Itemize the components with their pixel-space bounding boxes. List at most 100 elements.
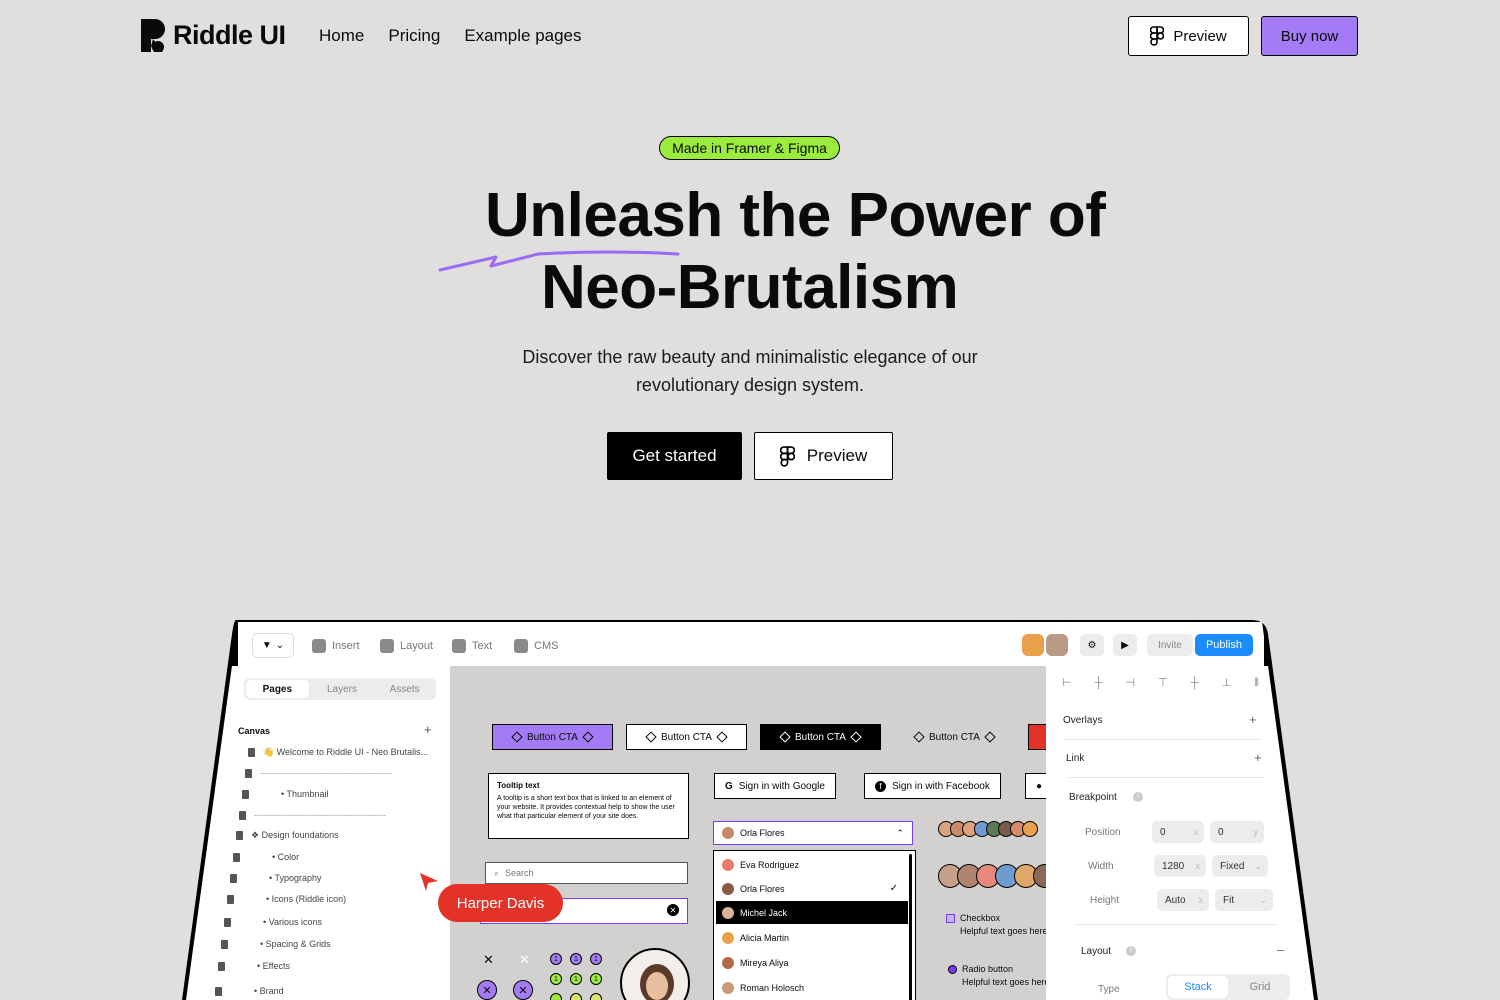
link-label: Link <box>1066 753 1085 764</box>
height-mode-select[interactable]: Fit ⌄ <box>1215 889 1273 911</box>
layout-type-grid[interactable]: Grid <box>1230 974 1290 1000</box>
collaborator-avatar[interactable] <box>1046 634 1068 656</box>
layout-label: Layout <box>1081 946 1112 957</box>
page-item[interactable]: • Color <box>233 852 299 862</box>
avatar <box>722 882 734 895</box>
nav-link-example-pages[interactable]: Example pages <box>464 26 581 46</box>
overlays-label: Overlays <box>1063 715 1103 726</box>
play-icon[interactable]: ▶ <box>1113 634 1137 656</box>
step-dot[interactable]: 1 <box>590 953 602 965</box>
info-icon[interactable]: i <box>1133 792 1143 802</box>
page-item[interactable]: • Effects <box>218 961 290 971</box>
button-cta-purple[interactable]: Button CTA <box>492 724 613 750</box>
page-item[interactable]: • Icons (Riddle icon) <box>227 894 346 904</box>
step-dot[interactable]: 1 <box>550 953 562 965</box>
framer-icon: ▼ <box>261 640 272 651</box>
add-link-icon[interactable]: + <box>1254 750 1262 765</box>
width-mode-select[interactable]: Fixed ⌄ <box>1212 855 1268 877</box>
step-dot[interactable] <box>590 993 602 1000</box>
invite-button[interactable]: Invite <box>1147 634 1193 656</box>
framer-menu-button[interactable]: ▼ ⌄ <box>252 633 294 658</box>
publish-button[interactable]: Publish <box>1195 634 1253 656</box>
page-icon <box>233 852 240 862</box>
hero-preview-button[interactable]: Preview <box>754 432 893 480</box>
avatar <box>722 906 734 919</box>
radio-sample[interactable]: Radio button Helpful text goes here. <box>948 963 1052 989</box>
text-button[interactable]: Text <box>452 639 492 653</box>
page-item[interactable]: • Thumbnail <box>242 789 329 799</box>
step-dot[interactable]: 1 <box>590 973 602 985</box>
sign-in-google-button[interactable]: G Sign in with Google <box>714 773 836 799</box>
avatar-group-small <box>938 821 1038 837</box>
layout-type-stack[interactable]: Stack <box>1168 976 1228 998</box>
button-cta-ghost[interactable]: Button CTA <box>894 724 1015 750</box>
layout-type-toggle: Stack Grid <box>1166 974 1290 1000</box>
top-nav: Riddle UI Home Pricing Example pages Pre… <box>0 0 1500 72</box>
page-item[interactable]: • Brand <box>215 986 284 996</box>
nav-link-home[interactable]: Home <box>319 26 364 46</box>
cms-button[interactable]: CMS <box>514 639 558 653</box>
tab-assets[interactable]: Assets <box>373 678 436 700</box>
close-round-button[interactable]: ✕ <box>513 980 533 1000</box>
nav-preview-button[interactable]: Preview <box>1128 16 1249 56</box>
logo[interactable]: Riddle UI <box>141 19 286 52</box>
text-label: Text <box>472 640 493 652</box>
step-dot[interactable]: 1 <box>570 953 582 965</box>
collaborator-avatar[interactable] <box>1022 634 1044 656</box>
add-overlay-icon[interactable]: + <box>1249 712 1257 727</box>
insert-icon <box>312 639 326 653</box>
dropdown-item[interactable]: Roman Holosch <box>716 976 908 999</box>
dropdown-item[interactable]: Michel Jack <box>716 901 908 924</box>
page-icon <box>236 831 243 840</box>
add-page-icon[interactable]: + <box>424 722 432 737</box>
step-dot[interactable] <box>570 993 582 1000</box>
page-item[interactable]: ----------------------------------------… <box>245 768 392 778</box>
page-item[interactable]: ----------------------------------------… <box>239 810 386 820</box>
step-dot[interactable]: 1 <box>570 973 582 985</box>
step-dot[interactable]: 1 <box>550 973 562 985</box>
dropdown-scrollbar[interactable] <box>909 854 912 1000</box>
close-icon[interactable]: ✕ <box>483 952 494 968</box>
position-y-input[interactable]: 0y <box>1210 821 1264 843</box>
collapse-icon[interactable]: – <box>1277 942 1284 957</box>
sign-in-facebook-button[interactable]: f Sign in with Facebook <box>864 773 1001 799</box>
dropdown-item[interactable]: Alicia Martin <box>716 926 908 949</box>
get-started-button[interactable]: Get started <box>607 432 742 480</box>
clear-icon[interactable]: ✕ <box>667 904 679 916</box>
search-input[interactable]: ⌕ Search <box>485 862 688 884</box>
breakpoint-label: Breakpoint <box>1069 792 1117 803</box>
page-item[interactable]: • Typography <box>230 873 322 883</box>
position-x-input[interactable]: 0x <box>1152 821 1204 843</box>
nav-link-pricing[interactable]: Pricing <box>388 26 440 46</box>
user-select[interactable]: Orla Flores ⌃ <box>713 821 913 845</box>
page-item[interactable]: • Various icons <box>224 917 322 927</box>
close-round-button[interactable]: ✕ <box>477 980 497 1000</box>
page-icon <box>218 961 225 971</box>
tooltip-sample: Tooltip text A tooltip is a short text bo… <box>488 773 689 839</box>
dropdown-item[interactable]: Eva Rodriguez <box>716 853 908 876</box>
insert-button[interactable]: Insert <box>312 639 360 653</box>
button-cta-black[interactable]: Button CTA <box>760 724 881 750</box>
checkbox-sample[interactable]: Checkbox Helpful text goes here. <box>946 912 1050 938</box>
layout-label: Layout <box>400 640 434 652</box>
buy-now-button[interactable]: Buy now <box>1261 16 1358 56</box>
page-item[interactable]: ❖ Design foundations <box>236 830 339 841</box>
dropdown-item[interactable]: Mireya Aliya <box>716 951 908 974</box>
tab-layers[interactable]: Layers <box>311 678 374 700</box>
hero-title-line2: Neo-Brutalism <box>541 253 959 322</box>
dropdown-item[interactable]: Orla Flores ✓ <box>716 877 908 900</box>
info-icon[interactable]: i <box>1126 946 1136 956</box>
page-item[interactable]: 👋 Welcome to Riddle UI - Neo Brutalis... <box>248 747 428 758</box>
close-icon[interactable]: ✕ <box>519 952 530 968</box>
button-cta-white[interactable]: Button CTA <box>626 724 747 750</box>
layout-button[interactable]: Layout <box>380 639 433 653</box>
avatar <box>722 858 734 871</box>
diamond-icon <box>582 731 594 743</box>
tab-pages[interactable]: Pages <box>246 680 309 698</box>
height-input[interactable]: Auto x <box>1157 889 1209 911</box>
page-item[interactable]: • Spacing & Grids <box>221 939 331 949</box>
nav-links: Home Pricing Example pages <box>319 26 582 46</box>
width-input[interactable]: 1280 x <box>1154 855 1206 877</box>
settings-gear-icon[interactable]: ⚙ <box>1080 634 1104 656</box>
step-dot[interactable] <box>550 993 562 1000</box>
